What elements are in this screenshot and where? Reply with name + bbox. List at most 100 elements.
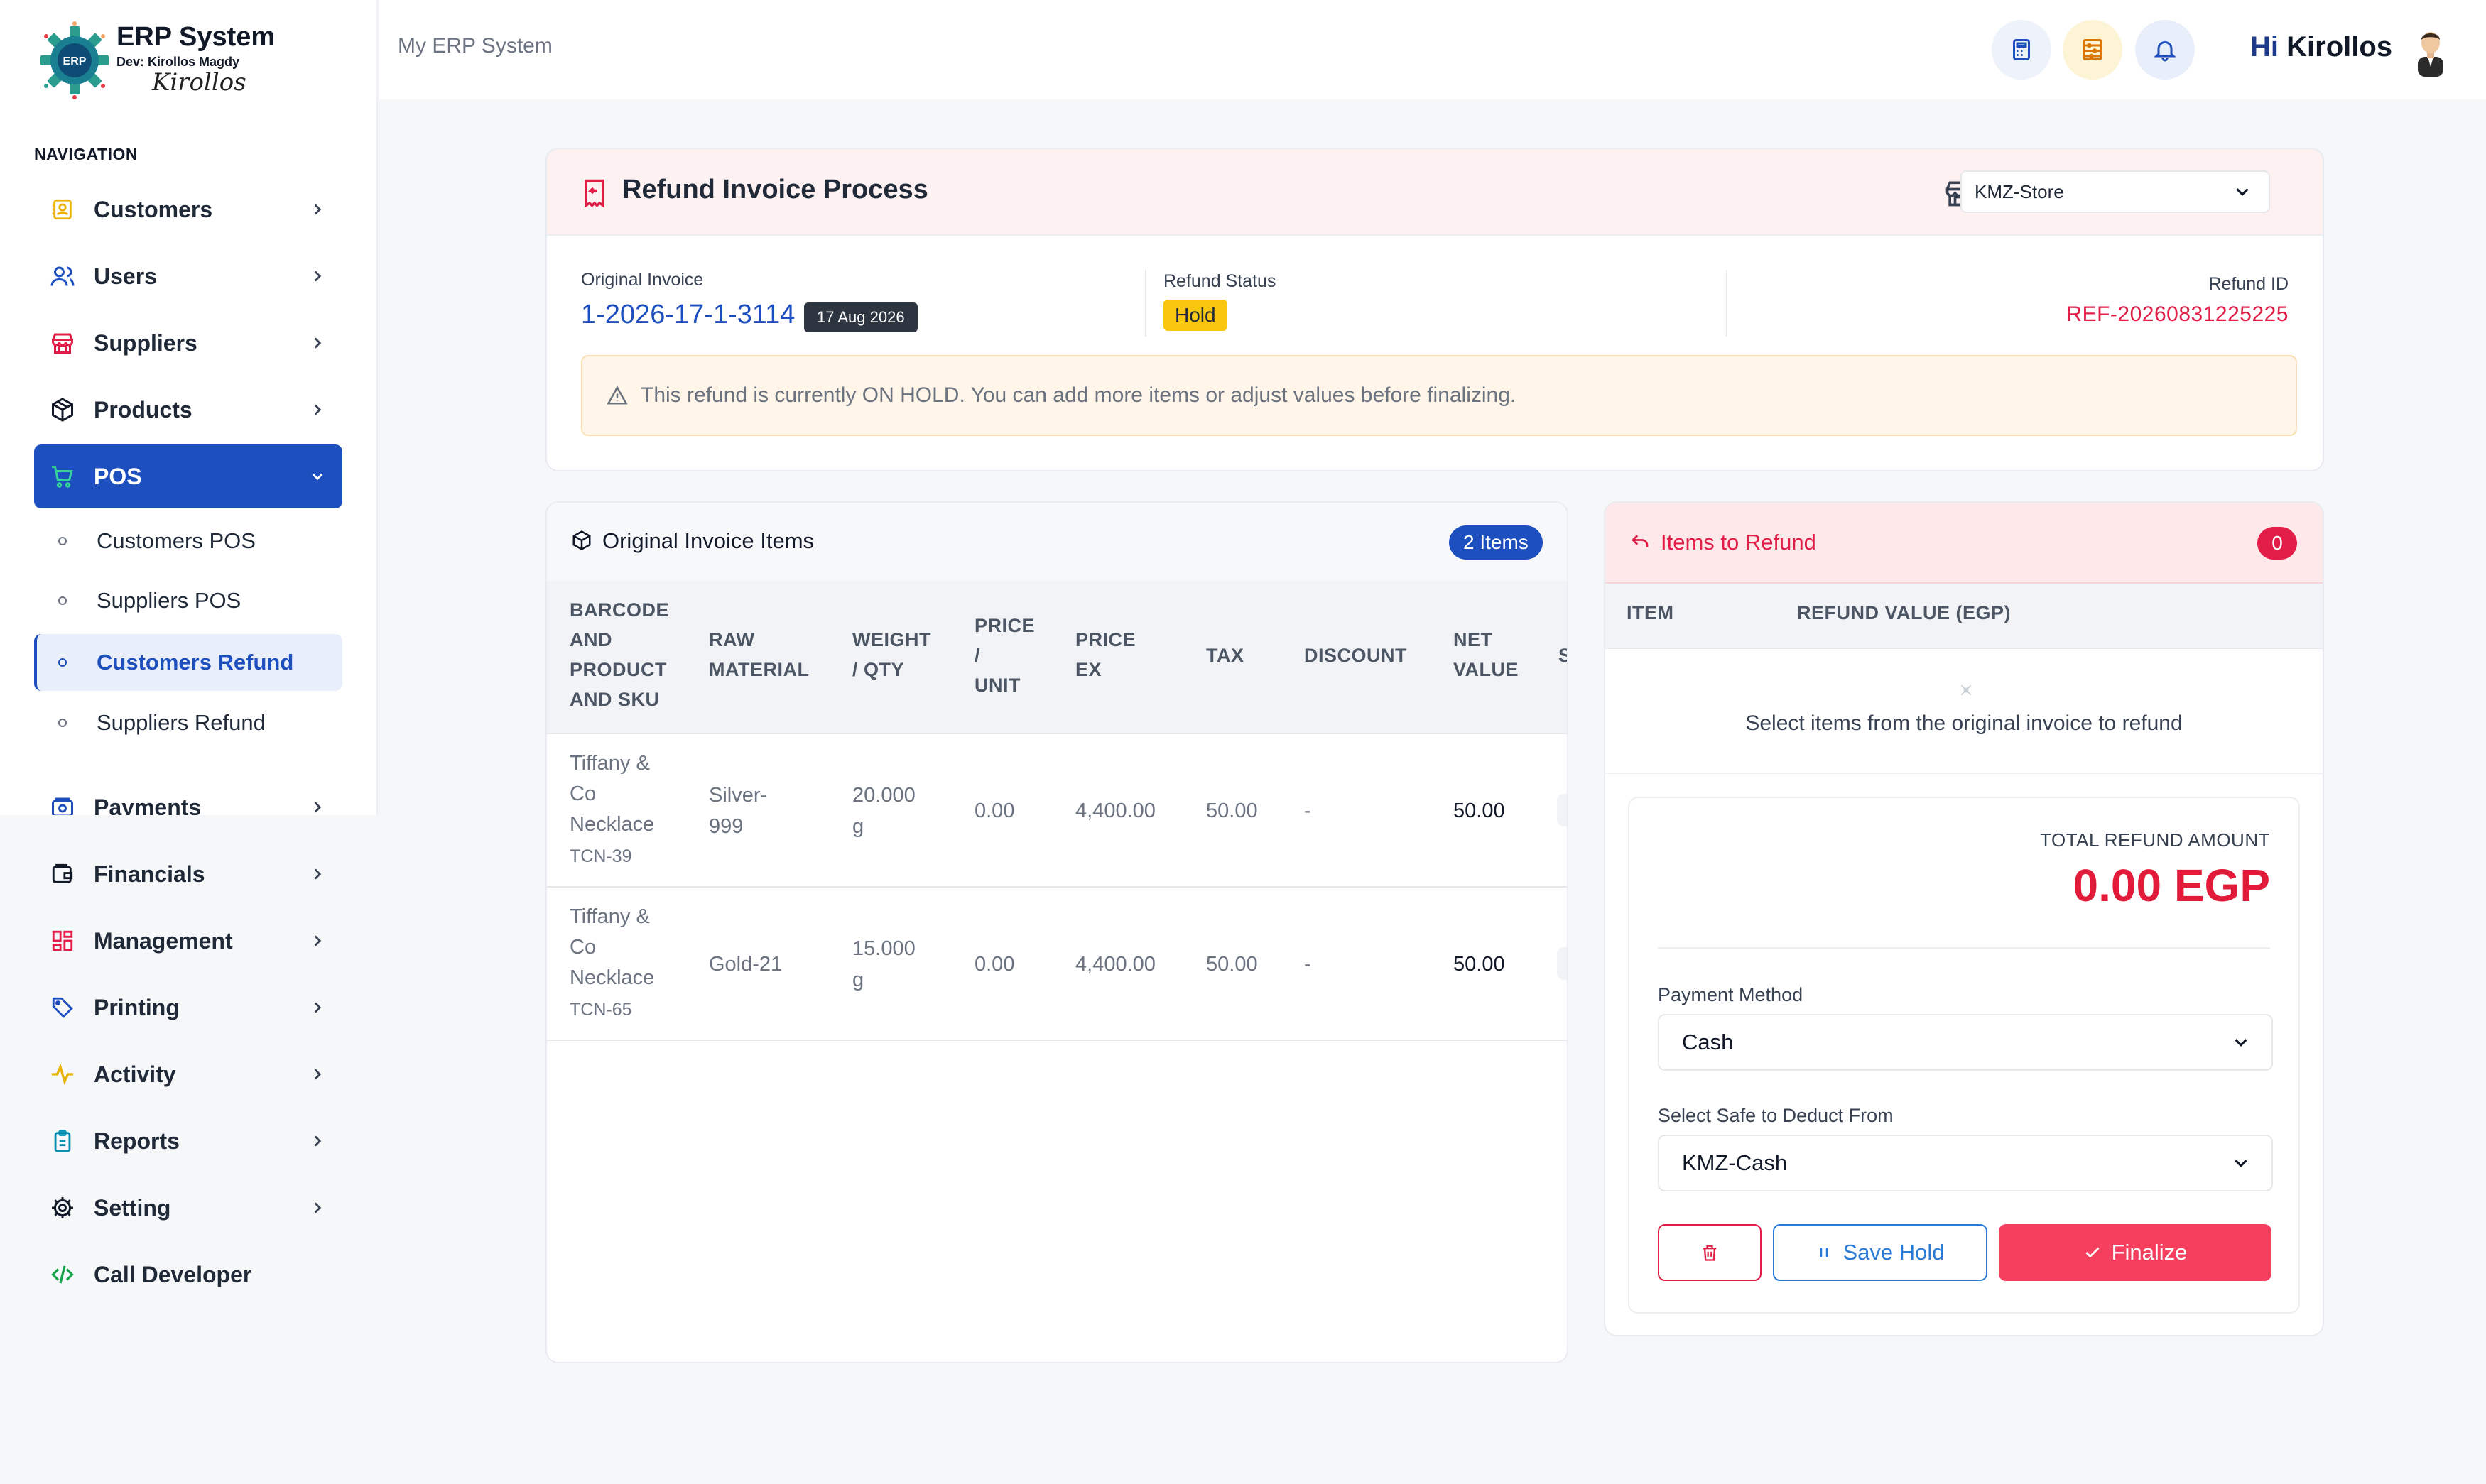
refund-items-header: Items to Refund 0 [1605, 503, 2323, 584]
nav-heading: NAVIGATION [34, 145, 138, 163]
product-name-line: Necklace [570, 813, 655, 836]
col-price-ex-line: EX [1075, 659, 1102, 680]
sidebar-item-reports[interactable]: Reports [34, 1109, 342, 1173]
sidebar-item-label: Suppliers [94, 329, 197, 356]
sidebar-subitem-suppliers-pos[interactable]: Suppliers POS [34, 572, 342, 629]
discount-value: - [1304, 953, 1311, 976]
product-name-line: Tiffany & [570, 905, 650, 928]
chevron-right-icon [314, 802, 322, 813]
product-name-line: Tiffany & [570, 752, 650, 775]
refund-status-label: Refund Status [1163, 271, 1276, 291]
abacus-icon [2083, 39, 2102, 60]
refund-table-header: ITEM REFUND VALUE (EGP) [1605, 584, 2323, 649]
table-row[interactable]: Tiffany & Co Necklace TCN-65 Gold-21 15.… [547, 888, 1567, 1041]
price-unit: 0.00 [975, 800, 1015, 822]
save-hold-label: Save Hold [1842, 1240, 1945, 1265]
weight-line: 20.000 [852, 784, 916, 807]
col-barcode[interactable]: BARCODE AND PRODUCT AND SKU [570, 595, 669, 714]
hold-alert-text: This refund is currently ON HOLD. You ca… [641, 383, 1516, 407]
sidebar-item-users[interactable]: Users [34, 244, 342, 308]
chevron-down-icon [2236, 188, 2249, 196]
sidebar-item-management[interactable]: Management [34, 909, 342, 973]
chevron-right-icon [314, 1202, 322, 1213]
refund-id-label: Refund ID [2208, 274, 2289, 294]
payment-method-label: Payment Method [1658, 984, 1803, 1005]
raw-material-line: Silver- [709, 784, 768, 807]
sidebar-lower: Financials Management Printing Activity … [0, 815, 378, 1484]
col-net-value[interactable]: NET VALUE [1453, 625, 1519, 684]
sidebar-item-label: Reports [94, 1128, 180, 1154]
sidebar-item-call-developer[interactable]: Call Developer [34, 1243, 342, 1306]
user-greeting[interactable]: Hi Kirollos [2250, 31, 2392, 63]
table-row[interactable]: Tiffany & Co Necklace TCN-39 Silver- 999… [547, 734, 1567, 888]
delete-button[interactable] [1658, 1224, 1762, 1281]
col-price-unit[interactable]: PRICE / UNIT [975, 611, 1035, 700]
pause-icon [1820, 1248, 1828, 1257]
finalize-label: Finalize [2111, 1240, 2188, 1265]
refund-count-badge: 0 [2257, 527, 2297, 560]
sidebar: ERP ERP System Dev: Kirollos Magdy Kirol… [0, 0, 378, 820]
raw-material-line: 999 [709, 815, 744, 838]
product-name-line: Necklace [570, 966, 655, 989]
items-table-title: Original Invoice Items [602, 528, 815, 553]
save-hold-button[interactable]: Save Hold [1773, 1224, 1987, 1281]
col-weight-qty[interactable]: WEIGHT / QTY [852, 625, 931, 684]
sidebar-item-label: Call Developer [94, 1261, 252, 1287]
sidebar-subitem-suppliers-refund[interactable]: Suppliers Refund [34, 694, 342, 751]
abacus-button[interactable] [2063, 20, 2122, 80]
net-value: 50.00 [1453, 800, 1505, 822]
sidebar-item-products[interactable]: Products [34, 378, 342, 442]
row-select-button[interactable] [1557, 947, 1567, 980]
tax-value: 50.00 [1206, 800, 1258, 822]
product-name: Tiffany & Co Necklace [570, 748, 654, 840]
store-select[interactable]: KMZ-Store [1960, 170, 2270, 213]
chevron-right-icon [314, 868, 322, 880]
sidebar-item-label: POS [94, 463, 142, 489]
box-icon [572, 530, 591, 550]
payment-method-select[interactable]: Cash [1658, 1014, 2273, 1071]
col-tax[interactable]: TAX [1206, 640, 1244, 670]
col-price-ex[interactable]: PRICE EX [1075, 625, 1136, 684]
sidebar-subitem-label: Suppliers POS [97, 588, 241, 613]
sidebar-item-activity[interactable]: Activity [34, 1042, 342, 1106]
chevron-right-icon [314, 1069, 322, 1080]
status-badge: Hold [1163, 300, 1227, 331]
tag-icon [48, 993, 77, 1022]
sidebar-item-printing[interactable]: Printing [34, 976, 342, 1040]
topbar: My ERP System Hi Kirollos [379, 0, 2486, 99]
sidebar-subitem-customers-pos[interactable]: Customers POS [34, 513, 342, 569]
sidebar-item-label: Financials [94, 861, 205, 887]
avatar[interactable] [2408, 24, 2453, 77]
store-select-value: KMZ-Store [1975, 180, 2064, 202]
col-select-cut: S [1558, 640, 1567, 670]
store-icon [48, 329, 77, 357]
sidebar-item-label: Setting [94, 1194, 171, 1221]
weight-line: g [852, 969, 864, 991]
raw-material: Gold-21 [709, 949, 782, 980]
safe-select[interactable]: KMZ-Cash [1658, 1135, 2273, 1191]
chevron-down-icon [2235, 1160, 2247, 1167]
sidebar-subitem-customers-refund[interactable]: Customers Refund [34, 634, 342, 691]
col-raw-material[interactable]: RAW MATERIAL [709, 625, 809, 684]
empty-state-icon [1960, 684, 1972, 696]
sidebar-item-customers[interactable]: Customers [34, 178, 342, 241]
row-select-button[interactable] [1557, 794, 1567, 826]
col-discount[interactable]: DISCOUNT [1304, 640, 1407, 670]
sidebar-item-suppliers[interactable]: Suppliers [34, 311, 342, 375]
bullet-icon [58, 537, 67, 545]
brand[interactable]: ERP ERP System Dev: Kirollos Magdy Kirol… [36, 21, 275, 99]
sidebar-item-pos[interactable]: POS [34, 444, 342, 508]
net-value: 50.00 [1453, 953, 1505, 976]
chevron-right-icon [314, 935, 322, 946]
col-barcode-line: BARCODE [570, 599, 670, 621]
calculator-button[interactable] [1992, 20, 2051, 80]
notifications-button[interactable] [2135, 20, 2195, 80]
sidebar-item-financials[interactable]: Financials [34, 842, 342, 906]
col-price-ex-line: PRICE [1075, 629, 1136, 650]
chevron-right-icon [314, 271, 322, 282]
sidebar-item-setting[interactable]: Setting [34, 1176, 342, 1240]
chevron-down-icon [2235, 1039, 2247, 1047]
refund-empty-text: Select items from the original invoice t… [1745, 711, 2183, 735]
original-invoice-number[interactable]: 1-2026-17-1-3114 [581, 300, 795, 330]
finalize-button[interactable]: Finalize [1999, 1224, 2271, 1281]
